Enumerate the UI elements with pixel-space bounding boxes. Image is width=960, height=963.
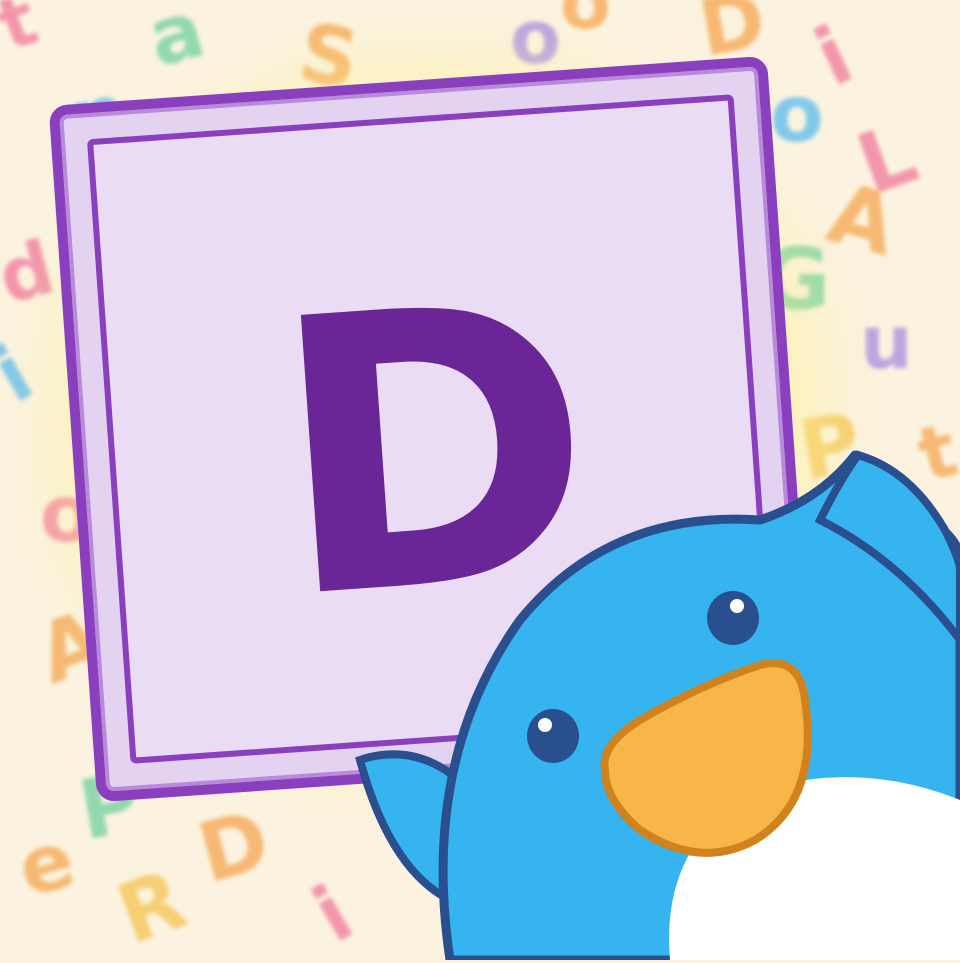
card-letter: D <box>260 219 607 684</box>
background-letter: e <box>9 814 84 916</box>
scene: taSoDipoLAGuPoAePRitdiDo D <box>0 0 960 963</box>
background-letter: R <box>105 852 198 963</box>
background-letter: t <box>909 406 960 500</box>
background-letter: t <box>0 0 48 68</box>
background-letter: u <box>860 300 913 386</box>
background-letter: D <box>188 792 280 903</box>
letter-card[interactable]: D <box>48 55 816 803</box>
background-letter: i <box>299 869 368 961</box>
letter-card-inner-frame: D <box>86 94 778 764</box>
bird-belly <box>669 777 960 960</box>
